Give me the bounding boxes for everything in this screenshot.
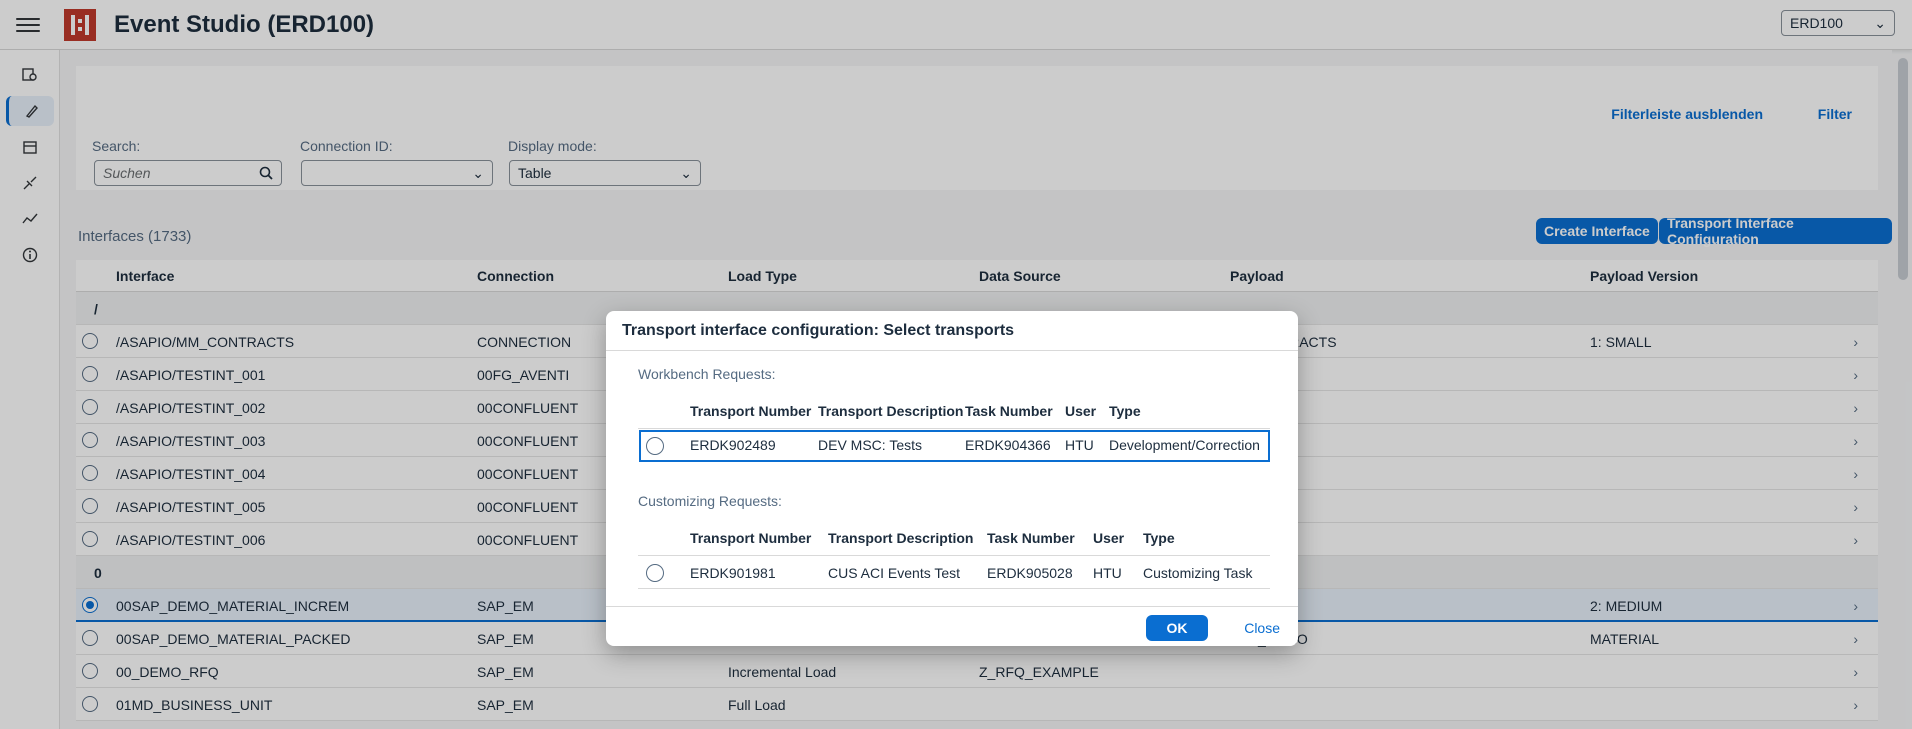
page-scrollbar[interactable] [1898, 58, 1908, 280]
customizing-radio[interactable] [646, 564, 664, 582]
cu-col-type: Type [1143, 530, 1175, 546]
wb-type: Development/Correction [1109, 437, 1260, 453]
select-transports-dialog: Transport interface configuration: Selec… [606, 311, 1298, 646]
dialog-footer: OK Close [606, 606, 1298, 646]
wb-col-user: User [1065, 403, 1097, 419]
wb-description: DEV MSC: Tests [818, 437, 922, 453]
cu-type: Customizing Task [1143, 565, 1253, 581]
cu-col-user: User [1093, 530, 1125, 546]
wb-user: HTU [1065, 437, 1094, 453]
divider [638, 555, 1270, 556]
ok-button[interactable]: OK [1146, 615, 1208, 641]
cu-col-task-number: Task Number [987, 530, 1075, 546]
divider [638, 428, 1270, 429]
wb-col-description: Transport Description [818, 403, 964, 419]
wb-task-number: ERDK904366 [965, 437, 1051, 453]
cu-col-transport-number: Transport Number [690, 530, 812, 546]
dialog-title: Transport interface configuration: Selec… [606, 311, 1298, 351]
wb-transport-number: ERDK902489 [690, 437, 776, 453]
divider [638, 588, 1270, 589]
cu-user: HTU [1093, 565, 1122, 581]
cu-description: CUS ACI Events Test [828, 565, 961, 581]
customizing-requests-label: Customizing Requests: [638, 493, 782, 509]
wb-col-transport-number: Transport Number [690, 403, 812, 419]
close-button[interactable]: Close [1244, 620, 1280, 636]
workbench-requests-label: Workbench Requests: [638, 366, 776, 382]
wb-col-type: Type [1109, 403, 1141, 419]
cu-task-number: ERDK905028 [987, 565, 1073, 581]
workbench-radio[interactable] [646, 437, 664, 455]
wb-col-task-number: Task Number [965, 403, 1053, 419]
cu-transport-number: ERDK901981 [690, 565, 776, 581]
cu-col-description: Transport Description [828, 530, 974, 546]
